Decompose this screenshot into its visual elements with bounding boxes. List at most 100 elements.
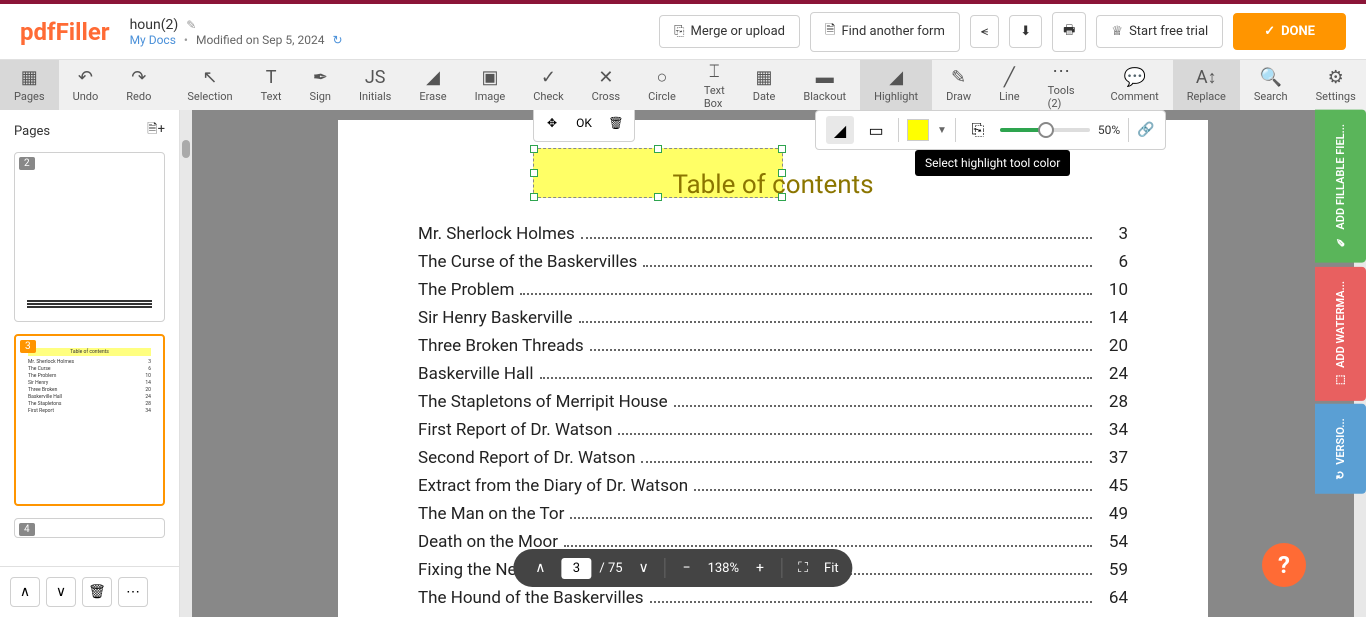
date-label: Date xyxy=(753,90,776,103)
resize-handle[interactable] xyxy=(654,145,662,153)
fit-label[interactable]: Fit xyxy=(824,561,839,576)
tool-pages[interactable]: ▦Pages xyxy=(0,60,59,110)
done-button[interactable]: ✓ DONE xyxy=(1233,13,1346,50)
delete-icon[interactable]: 🗑 xyxy=(602,110,630,137)
toc-row: Second Report of Dr. Watson37 xyxy=(418,448,1128,468)
highlight-color-swatch[interactable] xyxy=(907,119,929,141)
resize-handle[interactable] xyxy=(530,145,538,153)
fit-icon[interactable]: ⛶ xyxy=(790,555,816,581)
highlight-box-icon[interactable]: ▭ xyxy=(862,116,890,144)
tool-selection[interactable]: ↖Selection xyxy=(173,60,246,110)
tool-highlight[interactable]: ◢Highlight xyxy=(860,60,932,110)
toc-entry-name: Three Broken Threads xyxy=(418,336,584,356)
check-icon: ✓ xyxy=(541,67,556,88)
toc-entry-name: The Curse of the Baskervilles xyxy=(418,252,637,272)
tool-search[interactable]: 🔍 Search xyxy=(1240,60,1302,110)
add-page-icon[interactable]: 🗎+ xyxy=(147,120,165,142)
total-pages-label: / 75 xyxy=(599,561,622,576)
color-dropdown-icon[interactable]: ▼ xyxy=(937,125,947,136)
search-label: Search xyxy=(1254,90,1288,103)
page-navigation-bar: ∧ / 75 ∨ − 138% + ⛶ Fit xyxy=(513,549,852,587)
circle-label: Circle xyxy=(648,90,676,103)
find-form-button[interactable]: 🗎 Find another form xyxy=(810,12,960,52)
tool-textbox[interactable]: ⌶Text Box xyxy=(690,60,739,110)
tool-redo[interactable]: ↷Redo xyxy=(112,60,165,110)
tool-line[interactable]: ╱Line xyxy=(985,60,1034,110)
pages-icon: ▦ xyxy=(21,67,38,88)
toc-row: The Stapletons of Merripit House28 xyxy=(418,392,1128,412)
toc-entry-name: Second Report of Dr. Watson xyxy=(418,448,635,468)
color-tooltip: Select highlight tool color xyxy=(915,150,1070,176)
merge-upload-button[interactable]: ⎘ Merge or upload xyxy=(659,15,800,48)
delete-page-button[interactable]: 🗑 xyxy=(82,577,112,607)
page-down-button[interactable]: ∨ xyxy=(46,577,76,607)
canvas[interactable]: ✥ OK 🗑 Table of contents Mr. Sherlock Ho… xyxy=(192,110,1354,617)
tool-text[interactable]: TText xyxy=(247,60,296,110)
redo-icon: ↷ xyxy=(131,67,146,88)
highlight-icon: ◢ xyxy=(889,67,903,88)
add-fillable-fields-tab[interactable]: ✎ADD FILLABLE FIEL... xyxy=(1315,110,1366,263)
toc-entry-name: Baskerville Hall xyxy=(418,364,534,384)
link-icon[interactable]: 🔗 xyxy=(1137,122,1154,138)
tool-tools[interactable]: ⋯Tools (2) xyxy=(1034,60,1089,110)
cross-icon: ✕ xyxy=(598,67,613,88)
tool-image[interactable]: ▣Image xyxy=(461,60,520,110)
zoom-out-button[interactable]: − xyxy=(674,555,700,581)
tool-initials[interactable]: JSInitials xyxy=(345,60,405,110)
sync-icon[interactable]: ↻ xyxy=(332,33,342,47)
add-watermark-tab[interactable]: ⬚ADD WATERMA... xyxy=(1315,267,1366,401)
start-trial-button[interactable]: ♕ Start free trial xyxy=(1096,15,1223,48)
tool-replace[interactable]: A↕Replace xyxy=(1173,60,1240,110)
tool-circle[interactable]: ○Circle xyxy=(634,60,690,110)
tool-check[interactable]: ✓Check xyxy=(519,60,577,110)
next-page-button[interactable]: ∨ xyxy=(631,555,657,581)
line-icon: ╱ xyxy=(1004,67,1015,88)
more-page-button[interactable]: ⋯ xyxy=(118,577,148,607)
opacity-slider[interactable] xyxy=(1000,128,1090,132)
toc-row: Baskerville Hall24 xyxy=(418,364,1128,384)
tool-date[interactable]: ▦Date xyxy=(739,60,790,110)
share-button[interactable]: ⪪ xyxy=(970,15,999,48)
share-icon: ⪪ xyxy=(981,24,988,39)
blackout-icon: ▬ xyxy=(816,67,834,88)
comment-icon: 💬 xyxy=(1123,67,1145,88)
textbox-icon: ⌶ xyxy=(709,61,720,82)
my-docs-link[interactable]: My Docs xyxy=(130,33,176,47)
toc-entry-name: Mr. Sherlock Holmes xyxy=(418,224,575,244)
page-thumbnail-3[interactable]: 3 Table of contents Mr. Sherlock Holmes3… xyxy=(14,334,165,506)
tool-blackout[interactable]: ▬ Blackout xyxy=(789,60,860,110)
tool-comment[interactable]: 💬 Comment xyxy=(1097,60,1173,110)
edit-title-icon[interactable]: ✎ xyxy=(186,18,196,32)
blackout-label: Blackout xyxy=(803,90,846,103)
toolbar: ▦Pages↶Undo↷Redo↖SelectionTText✒SignJSIn… xyxy=(0,60,1366,110)
search-icon: 🔍 xyxy=(1260,67,1282,88)
page-thumbnail-2[interactable]: 2 xyxy=(14,152,165,322)
page-up-button[interactable]: ∧ xyxy=(10,577,40,607)
highlight-erase-icon[interactable]: ◢ xyxy=(826,116,854,144)
copy-icon[interactable]: ⎘ xyxy=(964,116,992,144)
toc-entry-page: 64 xyxy=(1098,588,1128,608)
download-button[interactable]: ⬇ xyxy=(1009,15,1042,48)
tool-settings[interactable]: ⚙Settings xyxy=(1302,60,1366,110)
tool-undo[interactable]: ↶Undo xyxy=(59,60,113,110)
tool-erase[interactable]: ◢Erase xyxy=(405,60,460,110)
tool-cross[interactable]: ✕Cross xyxy=(578,60,634,110)
comment-label: Comment xyxy=(1111,90,1159,103)
resize-handle[interactable] xyxy=(778,145,786,153)
toc-entry-name: Extract from the Diary of Dr. Watson xyxy=(418,476,688,496)
versions-tab[interactable]: ↻VERSIO... xyxy=(1315,404,1366,494)
prev-page-button[interactable]: ∧ xyxy=(527,555,553,581)
help-button[interactable]: ? xyxy=(1262,543,1306,587)
pages-sidebar: Pages 🗎+ 2 3 Table of contents Mr. Sherl… xyxy=(0,110,180,617)
page-thumbnail-4[interactable]: 4 xyxy=(14,518,165,538)
tool-draw[interactable]: ✎Draw xyxy=(932,60,985,110)
move-icon[interactable]: ✥ xyxy=(538,110,566,137)
search-doc-icon: 🗎 xyxy=(825,21,835,43)
zoom-in-button[interactable]: + xyxy=(747,555,773,581)
settings-icon: ⚙ xyxy=(1328,67,1344,88)
tool-sign[interactable]: ✒Sign xyxy=(296,60,345,110)
sidebar-scrollbar[interactable] xyxy=(180,110,192,617)
ok-button[interactable]: OK xyxy=(570,110,598,137)
current-page-input[interactable] xyxy=(561,558,591,579)
print-button[interactable]: 🖶 xyxy=(1052,12,1086,52)
